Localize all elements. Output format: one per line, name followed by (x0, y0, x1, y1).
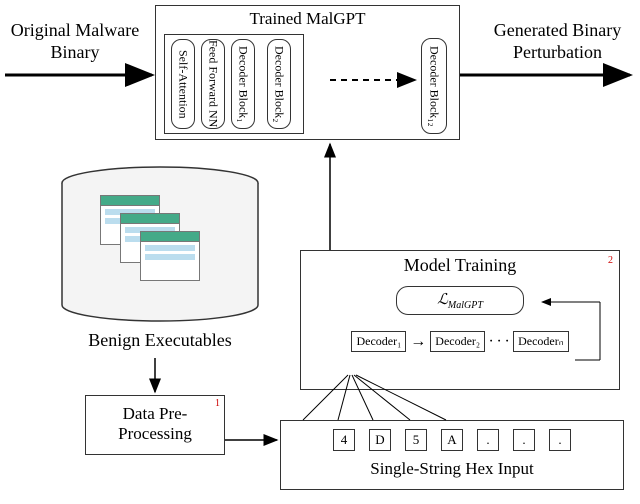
arrow-icon: → (410, 333, 426, 351)
hex-box: 4 D 5 A . . . Single-String Hex Input (280, 420, 624, 490)
feedforward-block: Feed Forward NN (201, 39, 225, 129)
hex-cell: 4 (333, 429, 355, 451)
decoder-1: Decoder₁ (351, 331, 406, 352)
decoder-n: Decoderₙ (513, 331, 568, 352)
loss-label: ℒMalGPT (396, 286, 524, 315)
hex-label: Single-String Hex Input (281, 459, 623, 479)
hex-cell: . (513, 429, 535, 451)
preproc-box: 1 Data Pre-Processing (85, 395, 225, 455)
trained-title: Trained MalGPT (156, 9, 459, 29)
decoder-2: Decoder₂ (430, 331, 485, 352)
dots: ∙ ∙ ∙ (489, 333, 509, 351)
training-box: 2 Model Training ℒMalGPT Decoder₁ → Deco… (300, 250, 620, 390)
decoder-block-1: Decoder Block₁ (231, 39, 255, 129)
preproc-label: Data Pre-Processing (86, 404, 224, 445)
hex-row: 4 D 5 A . . . (281, 429, 623, 451)
input-label: Original Malware Binary (0, 20, 150, 63)
first-decoder-group: Self-Attention Feed Forward NN Decoder B… (164, 34, 304, 134)
benign-label: Benign Executables (70, 330, 250, 352)
decoder-block-12: Decoder Block₁₂ (421, 38, 447, 134)
hex-cell: . (549, 429, 571, 451)
hex-cell: 5 (405, 429, 427, 451)
hex-cell: D (369, 429, 391, 451)
trained-malgpt-box: Trained MalGPT Self-Attention Feed Forwa… (155, 5, 460, 140)
training-title: Model Training (301, 255, 619, 276)
decoder-block-2: Decoder Block₂ (267, 39, 291, 129)
training-sup: 2 (608, 255, 613, 266)
output-label: Generated Binary Perturbation (475, 20, 640, 63)
hex-cell: . (477, 429, 499, 451)
app-window-icon (140, 231, 200, 281)
hex-cell: A (441, 429, 463, 451)
self-attention-block: Self-Attention (171, 39, 195, 129)
benign-cylinder (60, 165, 260, 325)
